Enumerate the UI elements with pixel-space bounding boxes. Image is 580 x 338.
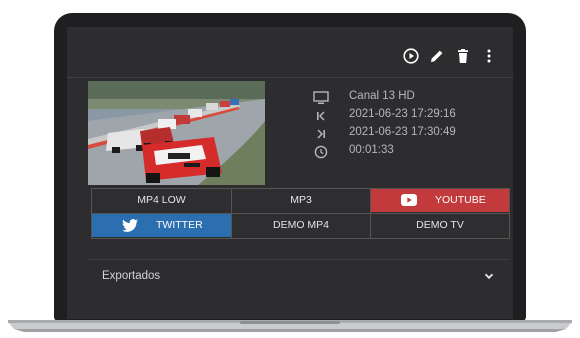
export-youtube-button[interactable]: YOUTUBE — [371, 189, 509, 212]
video-thumbnail[interactable] — [88, 81, 265, 185]
end-time: 2021-06-23 17:30:49 — [349, 126, 456, 138]
end-marker-icon — [317, 129, 325, 139]
youtube-label: YOUTUBE — [435, 194, 486, 206]
export-mp4-low-button[interactable]: MP4 LOW — [92, 189, 231, 212]
start-marker-icon — [317, 111, 325, 121]
play-icon[interactable] — [403, 48, 419, 64]
duration: 00:01:33 — [349, 144, 394, 156]
exported-label: Exportados — [102, 270, 161, 282]
chevron-down-icon[interactable] — [483, 270, 495, 282]
exported-accordion[interactable]: Exportados — [88, 259, 508, 286]
export-demo-mp4-button[interactable]: DEMO MP4 — [232, 214, 370, 237]
monitor-icon — [313, 91, 329, 104]
laptop-base — [8, 320, 572, 332]
grid-divider — [92, 213, 509, 214]
clock-icon — [314, 145, 328, 159]
delete-icon[interactable] — [455, 48, 471, 64]
export-demo-tv-button[interactable]: DEMO TV — [371, 214, 509, 237]
info-channel: Canal 13 HD — [313, 90, 503, 106]
info-start: 2021-06-23 17:29:16 — [313, 108, 503, 124]
race-cars-image — [88, 81, 265, 185]
more-vertical-icon[interactable] — [481, 48, 497, 64]
twitter-label: TWITTER — [156, 219, 203, 231]
app-screen: Canal 13 HD 2021-06-23 17:29:16 2021-06-… — [67, 27, 513, 319]
export-options: MP4 LOW MP3 YOUTUBE TWITTER DEMO MP4 DEM… — [91, 188, 510, 239]
start-time: 2021-06-23 17:29:16 — [349, 108, 456, 120]
info-duration: 00:01:33 — [313, 144, 503, 160]
channel-name: Canal 13 HD — [349, 90, 415, 102]
youtube-icon — [401, 194, 417, 206]
export-mp3-button[interactable]: MP3 — [232, 189, 370, 212]
export-twitter-button[interactable]: TWITTER — [92, 214, 231, 237]
toolbar — [67, 27, 513, 78]
edit-icon[interactable] — [429, 48, 445, 64]
info-end: 2021-06-23 17:30:49 — [313, 126, 503, 142]
twitter-icon — [122, 219, 138, 232]
